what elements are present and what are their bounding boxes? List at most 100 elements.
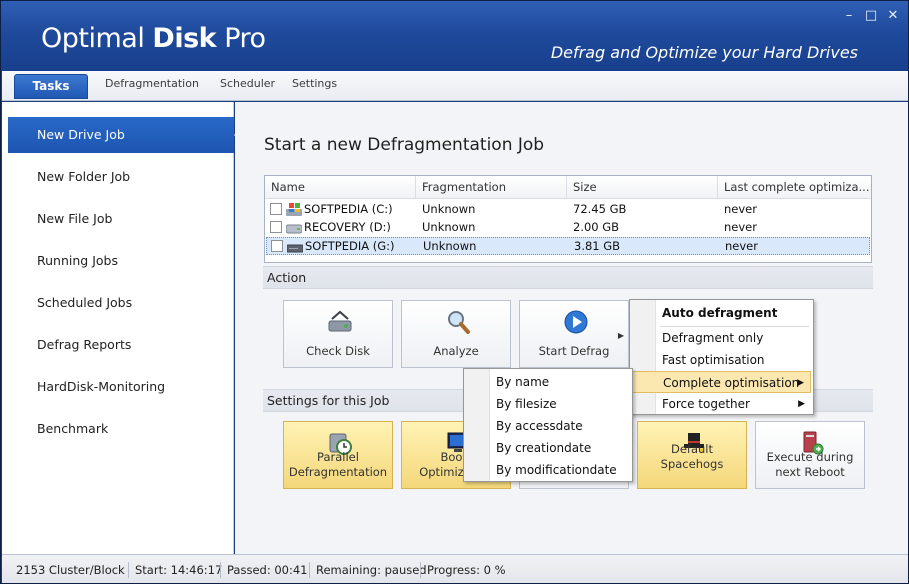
sidebar-item-label: HardDisk-Monitoring (37, 379, 166, 394)
sidebar-item-harddisk-monitoring[interactable]: HardDisk-Monitoring (8, 369, 234, 405)
status-cluster-block: 2153 Cluster/Block (16, 563, 125, 577)
column-header-last-optimization[interactable]: Last complete optimiza... (718, 176, 871, 199)
sidebar-item-label: New Folder Job (37, 169, 131, 184)
sidebar-item-new-folder-job[interactable]: New Folder Job (8, 159, 234, 195)
submenu-arrow-icon: ▶ (617, 331, 624, 340)
status-remaining: Remaining: paused (309, 562, 427, 578)
tile-line2: next Reboot (775, 465, 845, 479)
sidebar: New Drive Job New Folder Job New File Jo… (2, 102, 242, 554)
status-start-time: Start: 14:46:17 (128, 562, 222, 578)
drive-table: Name Fragmentation Size Last complete op… (264, 175, 872, 263)
analyze-label: Analyze (433, 344, 479, 358)
sidebar-item-new-drive-job[interactable]: New Drive Job (8, 117, 242, 153)
table-row[interactable]: RECOVERY (D:) Unknown 2.00 GB never (266, 219, 870, 237)
table-row[interactable]: SOFTPEDIA (C:) Unknown 72.45 GB never (266, 201, 870, 219)
sidebar-item-label: Running Jobs (37, 253, 118, 268)
brand-light: Optimal (41, 23, 153, 54)
drive-name: SOFTPEDIA (G:) (305, 239, 395, 253)
column-header-size[interactable]: Size (567, 176, 718, 199)
menu-item-defragment-only[interactable]: Defragment only (632, 327, 811, 349)
drive-size: 72.45 GB (573, 202, 627, 216)
drive-fragmentation: Unknown (422, 220, 476, 234)
menu-item-force-together[interactable]: Force together ▶ (632, 393, 811, 415)
tile-line1: Parallel (317, 450, 359, 464)
check-disk-icon (328, 310, 352, 332)
sidebar-item-defrag-reports[interactable]: Defrag Reports (8, 327, 234, 363)
tab-scheduler[interactable]: Scheduler (220, 77, 275, 90)
submenu-arrow-icon: ▶ (798, 399, 805, 409)
maximize-button[interactable]: □ (864, 9, 878, 23)
execute-next-reboot-toggle[interactable]: Execute during next Reboot (755, 421, 865, 489)
submenu-arrow-icon: ▶ (797, 378, 804, 388)
tile-line1: Execute during (766, 450, 854, 464)
defrag-mode-menu: Auto defragment Defragment only Fast opt… (629, 299, 814, 415)
menu-item-fast-optimisation[interactable]: Fast optimisation (632, 349, 811, 371)
menu-item-by-modificationdate[interactable]: By modificationdate (466, 459, 630, 481)
minimize-button[interactable]: – (842, 9, 856, 23)
drive-fragmentation: Unknown (423, 239, 477, 253)
menu-item-by-creationdate[interactable]: By creationdate (466, 437, 630, 459)
hard-drive-icon (286, 224, 302, 234)
sidebar-item-benchmark[interactable]: Benchmark (8, 411, 234, 447)
sidebar-item-label: Defrag Reports (37, 337, 132, 352)
drive-last-optimization: never (724, 220, 757, 234)
title-bar: Optimal Disk Pro Defrag and Optimize you… (1, 1, 908, 71)
close-button[interactable]: ✕ (886, 9, 900, 23)
menu-item-label: Complete optimisation (663, 376, 800, 390)
menu-item-by-accessdate[interactable]: By accessdate (466, 415, 630, 437)
sidebar-item-scheduled-jobs[interactable]: Scheduled Jobs (8, 285, 234, 321)
drive-last-optimization: never (724, 202, 757, 216)
app-window: Optimal Disk Pro Defrag and Optimize you… (0, 0, 909, 584)
tagline: Defrag and Optimize your Hard Drives (550, 43, 858, 62)
window-controls: – □ ✕ (842, 9, 900, 23)
tab-defragmentation[interactable]: Defragmentation (105, 77, 199, 90)
parallel-defrag-toggle[interactable]: Parallel Defragmentation (283, 421, 393, 489)
sidebar-item-label: New File Job (37, 211, 113, 226)
default-spacehogs-label: Default Spacehogs (660, 442, 724, 471)
tab-bar: Tasks Defragmentation Scheduler Settings (2, 71, 908, 101)
column-header-fragmentation[interactable]: Fragmentation (416, 176, 567, 199)
execute-next-reboot-label: Execute during next Reboot (758, 450, 862, 480)
menu-item-by-filesize[interactable]: By filesize (466, 393, 630, 415)
status-passed-time: Passed: 00:41 (220, 562, 308, 578)
check-disk-button[interactable]: Check Disk (283, 300, 393, 368)
parallel-defrag-label: Parallel Defragmentation (286, 450, 390, 480)
action-section-header: Action (263, 266, 873, 289)
tab-tasks[interactable]: Tasks (14, 74, 88, 99)
drive-fragmentation: Unknown (422, 202, 476, 216)
play-icon (564, 310, 588, 334)
status-bar: 2153 Cluster/Block Start: 14:46:17 Passe… (2, 554, 908, 583)
sidebar-item-label: Scheduled Jobs (37, 295, 133, 310)
status-progress: Progress: 0 % (420, 562, 506, 578)
analyze-button[interactable]: Analyze (401, 300, 511, 368)
row-checkbox[interactable] (270, 221, 282, 233)
drive-size: 2.00 GB (573, 220, 620, 234)
sidebar-item-running-jobs[interactable]: Running Jobs (8, 243, 234, 279)
column-header-name[interactable]: Name (265, 176, 416, 199)
sidebar-item-label: Benchmark (37, 421, 109, 436)
row-checkbox[interactable] (270, 203, 282, 215)
sidebar-item-new-file-job[interactable]: New File Job (8, 201, 234, 237)
tab-settings[interactable]: Settings (292, 77, 337, 90)
brand-bold: Disk (152, 23, 217, 54)
drive-last-optimization: never (725, 239, 758, 253)
tile-line2: Defragmentation (288, 465, 388, 479)
menu-item-by-name[interactable]: By name (466, 371, 630, 393)
drive-name: SOFTPEDIA (C:) (304, 202, 393, 216)
drive-name: RECOVERY (D:) (304, 220, 391, 234)
magnifier-icon (448, 311, 470, 334)
drive-size: 3.81 GB (574, 239, 621, 253)
windows-drive-icon (286, 203, 302, 216)
sidebar-item-label: New Drive Job (37, 127, 125, 142)
menu-item-auto-defragment[interactable]: Auto defragment (632, 302, 811, 324)
menu-item-complete-optimisation[interactable]: Complete optimisation ▶ (632, 371, 811, 393)
sort-order-submenu: By name By filesize By accessdate By cre… (463, 368, 633, 482)
usb-drive-icon (287, 244, 303, 253)
menu-item-label: Force together (662, 397, 750, 411)
start-defrag-button[interactable]: Start Defrag ▶ (519, 300, 629, 368)
check-disk-label: Check Disk (306, 344, 370, 358)
row-checkbox[interactable] (271, 240, 283, 252)
page-title: Start a new Defragmentation Job (264, 135, 545, 155)
default-spacehogs-toggle[interactable]: Default Spacehogs (637, 421, 747, 489)
table-row[interactable]: SOFTPEDIA (G:) Unknown 3.81 GB never (266, 237, 870, 255)
